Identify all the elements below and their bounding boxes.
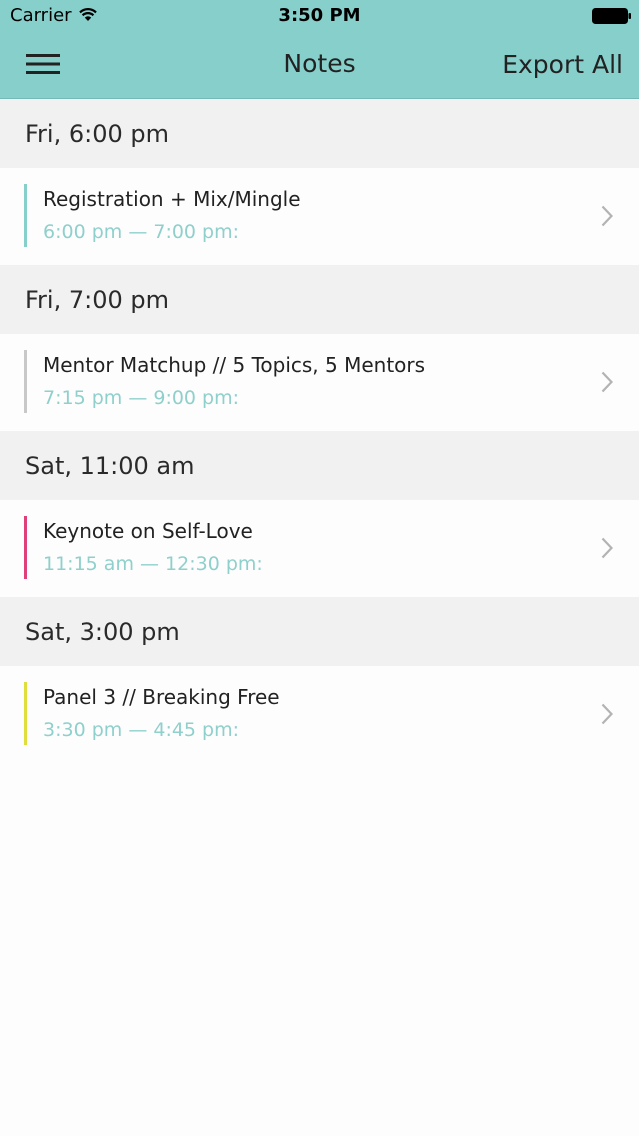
nav-header: Carrier 3:50 PM Notes Export All bbox=[0, 0, 639, 99]
note-title: Keynote on Self-Love bbox=[43, 519, 253, 543]
section-header: Sat, 3:00 pm bbox=[0, 597, 639, 666]
note-time: 11:15 am — 12:30 pm: bbox=[43, 553, 263, 575]
section-header: Fri, 7:00 pm bbox=[0, 265, 639, 334]
notes-list: Fri, 6:00 pm Registration + Mix/Mingle 6… bbox=[0, 99, 639, 763]
battery-icon bbox=[592, 8, 631, 24]
note-title: Registration + Mix/Mingle bbox=[43, 187, 301, 211]
chevron-right-icon bbox=[601, 703, 613, 725]
note-time: 7:15 pm — 9:00 pm: bbox=[43, 387, 240, 409]
note-title: Panel 3 // Breaking Free bbox=[43, 685, 280, 709]
section-header: Sat, 11:00 am bbox=[0, 431, 639, 500]
export-all-button[interactable]: Export All bbox=[502, 50, 623, 79]
section-header: Fri, 6:00 pm bbox=[0, 99, 639, 168]
note-time: 6:00 pm — 7:00 pm: bbox=[43, 221, 240, 243]
note-row-registration[interactable]: Registration + Mix/Mingle 6:00 pm — 7:00… bbox=[0, 168, 639, 265]
note-row-mentor-matchup[interactable]: Mentor Matchup // 5 Topics, 5 Mentors 7:… bbox=[0, 334, 639, 431]
note-row-keynote[interactable]: Keynote on Self-Love 11:15 am — 12:30 pm… bbox=[0, 500, 639, 597]
note-time: 3:30 pm — 4:45 pm: bbox=[43, 719, 240, 741]
note-accent-bar bbox=[24, 350, 27, 413]
status-time: 3:50 PM bbox=[278, 5, 361, 26]
chevron-right-icon bbox=[601, 371, 613, 393]
note-row-panel-3[interactable]: Panel 3 // Breaking Free 3:30 pm — 4:45 … bbox=[0, 666, 639, 763]
note-accent-bar bbox=[24, 682, 27, 745]
note-accent-bar bbox=[24, 516, 27, 579]
chevron-right-icon bbox=[601, 537, 613, 559]
chevron-right-icon bbox=[601, 205, 613, 227]
note-title: Mentor Matchup // 5 Topics, 5 Mentors bbox=[43, 353, 426, 377]
status-bar: Carrier 3:50 PM bbox=[0, 0, 639, 32]
note-accent-bar bbox=[24, 184, 27, 247]
